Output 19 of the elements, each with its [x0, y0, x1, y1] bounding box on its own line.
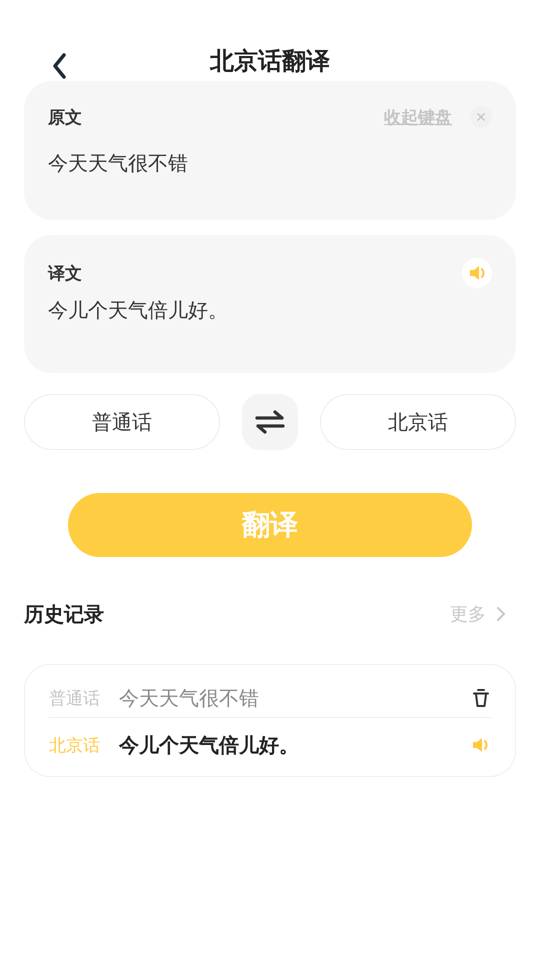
translation-label: 译文: [48, 262, 82, 284]
swap-button[interactable]: [242, 394, 298, 450]
source-input-field[interactable]: 今天天气很不错: [48, 151, 492, 175]
chevron-right-icon: [496, 606, 506, 622]
language-label: 普通话: [49, 688, 101, 710]
source-label: 原文: [48, 106, 82, 128]
history-title: 历史记录: [24, 600, 104, 628]
back-icon[interactable]: [52, 52, 68, 80]
speaker-icon: [468, 263, 486, 283]
target-language-button[interactable]: 北京话: [320, 394, 516, 450]
swap-icon: [254, 410, 286, 434]
history-text: 今儿个天气倍儿好。: [119, 732, 300, 758]
source-language-button[interactable]: 普通话: [24, 394, 220, 450]
trash-icon[interactable]: [473, 688, 489, 708]
history-card[interactable]: 普通话 今天天气很不错 北京话 今儿个天气倍儿好。: [24, 664, 516, 777]
page-title: 北京话翻译: [210, 46, 330, 77]
language-label: 北京话: [49, 734, 101, 756]
translation-text: 今儿个天气倍儿好。: [48, 297, 229, 324]
history-text: 今天天气很不错: [119, 684, 260, 712]
